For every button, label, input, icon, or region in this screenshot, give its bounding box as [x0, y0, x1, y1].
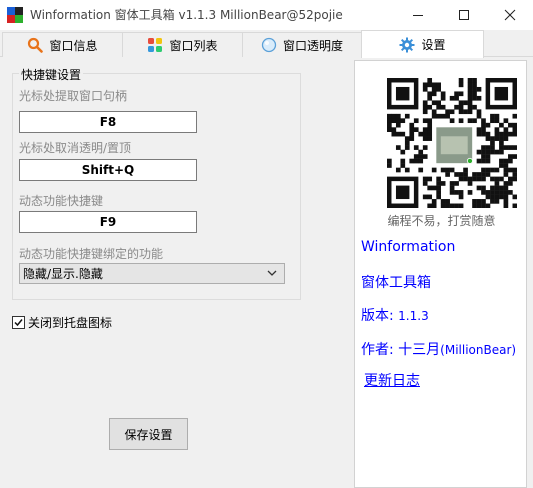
checkmark-icon — [14, 319, 23, 327]
tab-window-info[interactable]: 窗口信息 — [2, 32, 123, 57]
version-value: 1.1.3 — [398, 309, 429, 323]
qr-caption: 编程不易，打赏随意 — [387, 214, 496, 228]
minimize-icon — [413, 15, 423, 16]
minimize-button[interactable] — [395, 0, 441, 30]
gear-icon — [399, 37, 415, 52]
tab-label: 设置 — [421, 38, 446, 52]
magnifier-icon — [28, 37, 44, 53]
app-name: Winformation — [361, 239, 456, 255]
group-title: 快捷键设置 — [19, 66, 84, 83]
version-info: 版本: 1.1.3 — [361, 305, 429, 325]
about-panel: 编程不易，打赏随意 Winformation 窗体工具箱 版本: 1.1.3 作… — [354, 60, 527, 488]
window-title: Winformation 窗体工具箱 v1.1.3 MillionBear@52… — [30, 8, 343, 22]
tab-settings[interactable]: 设置 — [361, 30, 484, 58]
author-label: 作者: 十三月 — [361, 342, 441, 358]
tab-bar: 窗口信息 窗口列表 窗口透明度 设置 — [0, 30, 533, 58]
cancel-transparent-hotkey-field[interactable]: Shift+Q — [19, 159, 197, 181]
tab-label: 窗口信息 — [49, 38, 98, 53]
close-icon — [504, 9, 516, 21]
dynamic-function-label: 动态功能快捷键绑定的功能 — [19, 247, 164, 261]
version-label: 版本: — [361, 308, 394, 324]
colored-blocks-icon — [148, 38, 163, 52]
dynamic-function-selected: 隐藏/显示.隐藏 — [23, 267, 103, 281]
cancel-transparent-label: 光标处取消透明/置顶 — [19, 141, 132, 155]
dynamic-hotkey-label: 动态功能快捷键 — [19, 194, 104, 208]
minimize-to-tray-option[interactable]: 关闭到托盘图标 — [12, 314, 112, 331]
dynamic-hotkey-field[interactable]: F9 — [19, 211, 197, 233]
donation-qr-code — [387, 78, 517, 208]
save-settings-button[interactable]: 保存设置 — [109, 418, 188, 450]
extract-handle-label: 光标处提取窗口句柄 — [19, 89, 128, 103]
tab-window-transparency[interactable]: 窗口透明度 — [242, 32, 362, 57]
author-info: 作者: 十三月(MillionBear) — [361, 339, 516, 359]
chevron-down-icon — [267, 270, 277, 276]
minimize-to-tray-checkbox[interactable] — [12, 316, 25, 329]
minimize-to-tray-label: 关闭到托盘图标 — [28, 316, 113, 330]
dynamic-function-select[interactable]: 隐藏/显示.隐藏 — [19, 263, 285, 284]
tab-label: 窗口列表 — [169, 38, 218, 53]
transparency-circle-icon — [261, 37, 277, 53]
maximize-button[interactable] — [441, 0, 487, 30]
changelog-link[interactable]: 更新日志 — [364, 370, 420, 390]
tab-window-list[interactable]: 窗口列表 — [122, 32, 243, 57]
author-name: (MillionBear) — [440, 343, 517, 357]
tab-label: 窗口透明度 — [282, 38, 343, 53]
close-button[interactable] — [487, 0, 533, 30]
app-icon — [7, 7, 23, 23]
extract-handle-hotkey-field[interactable]: F8 — [19, 111, 197, 133]
maximize-icon — [459, 10, 469, 20]
app-subtitle: 窗体工具箱 — [361, 275, 431, 291]
title-bar: Winformation 窗体工具箱 v1.1.3 MillionBear@52… — [0, 0, 533, 30]
